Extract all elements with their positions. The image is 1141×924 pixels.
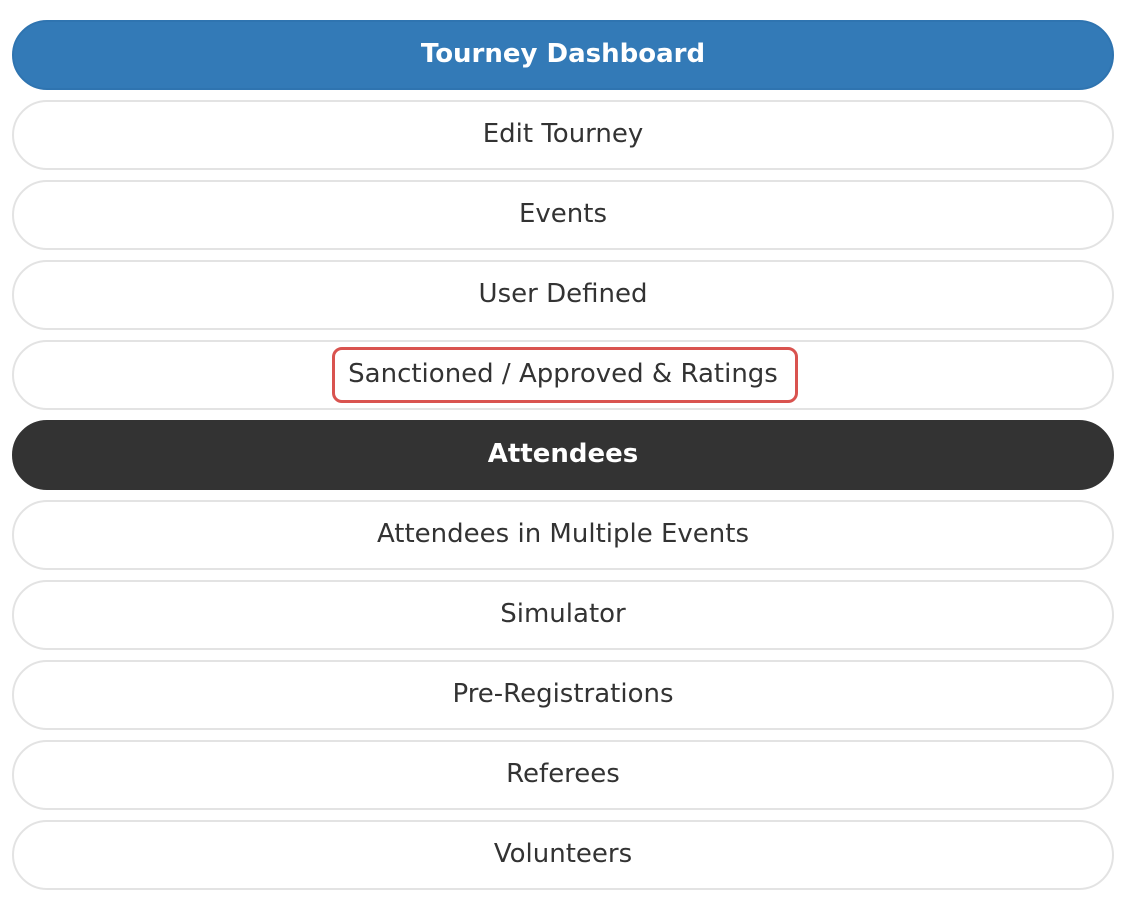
menu-item-label: Tourney Dashboard [420,39,706,70]
attendees-multiple-events-button[interactable]: Attendees in Multiple Events [12,500,1114,570]
events-button[interactable]: Events [12,180,1114,250]
menu-item-label: Sanctioned / Approved & Ratings [348,359,778,390]
menu-item-label: Attendees in Multiple Events [376,519,750,550]
menu-item-label: Simulator [500,599,626,630]
volunteers-button[interactable]: Volunteers [12,820,1114,890]
menu-item-label: Pre-Registrations [452,679,674,710]
referees-button[interactable]: Referees [12,740,1114,810]
user-defined-button[interactable]: User Defined [12,260,1114,330]
menu-item-label: Attendees [487,439,639,470]
tourney-dashboard-button[interactable]: Tourney Dashboard [12,20,1114,90]
edit-tourney-button[interactable]: Edit Tourney [12,100,1114,170]
menu-item-label: Events [518,199,608,230]
menu-item-label: Referees [506,759,620,790]
menu-item-label: User Defined [478,279,648,310]
pre-registrations-button[interactable]: Pre-Registrations [12,660,1114,730]
menu-item-label: Edit Tourney [482,119,644,150]
simulator-button[interactable]: Simulator [12,580,1114,650]
menu-item-label: Volunteers [493,839,633,870]
sanctioned-approved-ratings-button[interactable]: Sanctioned / Approved & Ratings [12,340,1114,410]
attendees-button[interactable]: Attendees [12,420,1114,490]
